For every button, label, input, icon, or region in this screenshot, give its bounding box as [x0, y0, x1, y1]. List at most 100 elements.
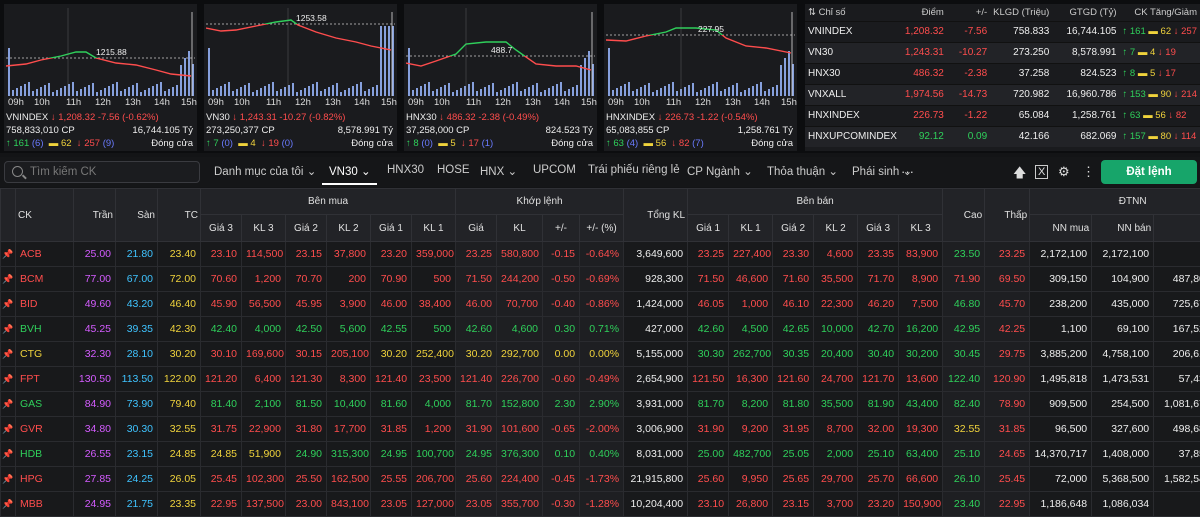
- summary-row[interactable]: VNXALL 1,974.56 -14.73 720.982 16,960.78…: [805, 84, 1200, 105]
- market-status: Đóng cửa: [351, 138, 393, 149]
- group-buy: Bên mua: [201, 189, 456, 215]
- summary-row[interactable]: VN30 1,243.31 -10.27 273.250 8,578.991 ↑…: [805, 42, 1200, 63]
- sell-volume: 22,300: [814, 292, 858, 317]
- time-tick: 12h: [295, 97, 311, 108]
- tab-sector-stocks[interactable]: CP Ngành ⌄: [687, 164, 753, 178]
- reference-price: 122.00: [158, 367, 201, 392]
- summary-point: 486.32: [901, 63, 947, 84]
- symbol: GAS: [16, 392, 74, 417]
- time-tick: 09h: [8, 97, 24, 108]
- table-row[interactable]: 📌 BID 49.60 43.20 46.40 45.9056,50045.95…: [1, 292, 1200, 317]
- summary-row[interactable]: HNX30 486.32 -2.38 37.258 824.523 ↑ 8 ▬ …: [805, 63, 1200, 84]
- buy-volume: 843,100: [327, 492, 371, 517]
- buy-price: 23.20: [371, 242, 412, 267]
- foreign-room: 167,520,225: [1154, 317, 1200, 342]
- pin-icon[interactable]: 📌: [1, 342, 16, 367]
- sell-price: 23.15: [773, 492, 814, 517]
- intraday-chart: 1215.88: [6, 8, 195, 96]
- tab-private-bonds[interactable]: Trái phiếu riêng lẻ: [588, 164, 680, 176]
- sell-price: 23.25: [688, 242, 729, 267]
- symbol: MBB: [16, 492, 74, 517]
- pin-icon[interactable]: 📌: [1, 467, 16, 492]
- down-arrow-icon: ↓: [1158, 47, 1163, 58]
- gear-icon[interactable]: ⚙: [1058, 164, 1070, 180]
- sell-price: 46.10: [773, 292, 814, 317]
- pin-icon[interactable]: 📌: [1, 442, 16, 467]
- summary-row[interactable]: HNXINDEX 226.73 -1.22 65.084 1,258.761 ↑…: [805, 105, 1200, 126]
- match-price: 42.60: [456, 317, 497, 342]
- buy-volume: 10,400: [327, 392, 371, 417]
- pin-icon[interactable]: 📌: [1, 292, 16, 317]
- table-row[interactable]: 📌 CTG 32.30 28.10 30.20 30.10169,60030.1…: [1, 342, 1200, 367]
- down-arrow-icon: ↓: [658, 112, 663, 123]
- table-row[interactable]: 📌 MBB 24.95 21.75 23.35 22.95137,50023.0…: [1, 492, 1200, 517]
- down-arrow-icon: ↓: [1174, 89, 1179, 100]
- sell-price: 81.90: [858, 392, 899, 417]
- tab-negotiated[interactable]: Thỏa thuận ⌄: [767, 164, 838, 178]
- summary-index-name: HNX30: [805, 63, 901, 84]
- table-row[interactable]: 📌 HDB 26.55 23.15 24.85 24.8551,90024.90…: [1, 442, 1200, 467]
- index-chart-vn30[interactable]: 1253.58 09h10h11h12h13h14h15h VN30 ↓ 1,2…: [204, 4, 397, 151]
- summary-volume: 720.982: [990, 84, 1052, 105]
- place-order-button[interactable]: Đặt lệnh: [1101, 160, 1197, 184]
- summary-change: -7.56: [947, 21, 990, 42]
- more-vertical-icon[interactable]: ⋮: [1082, 164, 1095, 180]
- pin-icon[interactable]: 📌: [1, 267, 16, 292]
- tab-hnx[interactable]: HNX ⌄: [480, 164, 517, 178]
- foreign-room: 1,582,545,858: [1154, 467, 1200, 492]
- tab-hnx30[interactable]: HNX30: [387, 164, 424, 176]
- pin-icon[interactable]: 📌: [1, 417, 16, 442]
- col-total-volume: Tổng KL: [624, 189, 688, 242]
- table-row[interactable]: 📌 BVH 45.25 39.35 42.30 42.404,00042.505…: [1, 317, 1200, 342]
- market-overview: 1215.88 09h10h11h12h13h14h15h VNINDEX ↓ …: [0, 0, 1200, 153]
- low-price: 45.70: [985, 292, 1030, 317]
- index-chart-hnx30[interactable]: 488.7 09h10h11h12h13h14h15h HNX30 ↓ 486.…: [404, 4, 597, 151]
- subcol-sell: Giá 2: [773, 215, 814, 242]
- summary-row[interactable]: HNXUPCOMINDEX 92.12 0.09 42.166 682.069 …: [805, 126, 1200, 147]
- buy-price: 81.60: [371, 392, 412, 417]
- pin-icon[interactable]: 📌: [1, 317, 16, 342]
- match-volume: 244,200: [497, 267, 543, 292]
- excel-icon[interactable]: X: [1035, 165, 1048, 179]
- search-box[interactable]: [4, 161, 200, 183]
- arrow-up-icon[interactable]: 🡅: [1013, 164, 1026, 186]
- time-tick: 10h: [434, 97, 450, 108]
- pin-icon[interactable]: 📌: [1, 492, 16, 517]
- table-row[interactable]: 📌 HPG 27.85 24.25 26.05 25.45102,30025.5…: [1, 467, 1200, 492]
- down-arrow-icon: ↓: [672, 138, 677, 149]
- tab-hose[interactable]: HOSE: [437, 164, 470, 176]
- buy-volume: 37,800: [327, 242, 371, 267]
- market-status: Đóng cửa: [751, 138, 793, 149]
- tab-vn30[interactable]: VN30 ⌄: [329, 164, 371, 178]
- summary-row[interactable]: VNINDEX 1,208.32 -7.56 758.833 16,744.10…: [805, 21, 1200, 42]
- summary-volume: 758.833: [990, 21, 1052, 42]
- more-tabs-icon[interactable]: ···: [901, 164, 914, 179]
- foreign-room: 725,674,841: [1154, 292, 1200, 317]
- table-row[interactable]: 📌 GAS 84.90 73.90 79.40 81.402,10081.501…: [1, 392, 1200, 417]
- search-input[interactable]: [30, 164, 190, 180]
- table-row[interactable]: 📌 BCM 77.00 67.00 72.00 70.601,20070.702…: [1, 267, 1200, 292]
- summary-change: -1.22: [947, 105, 990, 126]
- advancers: 63: [613, 138, 624, 149]
- tab-my-watchlist[interactable]: Danh mục của tôi ⌄: [214, 164, 316, 178]
- pin-icon[interactable]: 📌: [1, 367, 16, 392]
- table-row[interactable]: 📌 GVR 34.80 30.30 32.55 31.7522,90031.80…: [1, 417, 1200, 442]
- sell-volume: 4,600: [814, 242, 858, 267]
- pin-icon[interactable]: 📌: [1, 242, 16, 267]
- index-chart-vnindex[interactable]: 1215.88 09h10h11h12h13h14h15h VNINDEX ↓ …: [4, 4, 197, 151]
- subcol-foreign: NN bán: [1092, 215, 1154, 242]
- down-arrow-icon: ↓: [232, 112, 237, 123]
- buy-price: 70.70: [286, 267, 327, 292]
- index-chart-hnxindex[interactable]: 227.95 09h10h11h12h13h14h15h HNXINDEX ↓ …: [604, 4, 797, 151]
- summary-advancers: 161: [1130, 26, 1146, 37]
- tab-upcom[interactable]: UPCOM: [533, 164, 576, 176]
- reference-price: 32.55: [158, 417, 201, 442]
- table-row[interactable]: 📌 ACB 25.00 21.80 23.40 23.10114,50023.1…: [1, 242, 1200, 267]
- unchanged-icon: ▬: [1148, 89, 1158, 100]
- reference-price: 24.85: [158, 442, 201, 467]
- index-name: HNX30: [406, 112, 437, 123]
- col-symbol[interactable]: CK: [16, 189, 74, 242]
- summary-decliners: 17: [1165, 68, 1176, 79]
- pin-icon[interactable]: 📌: [1, 392, 16, 417]
- table-row[interactable]: 📌 FPT 130.50 113.50 122.00 121.206,40012…: [1, 367, 1200, 392]
